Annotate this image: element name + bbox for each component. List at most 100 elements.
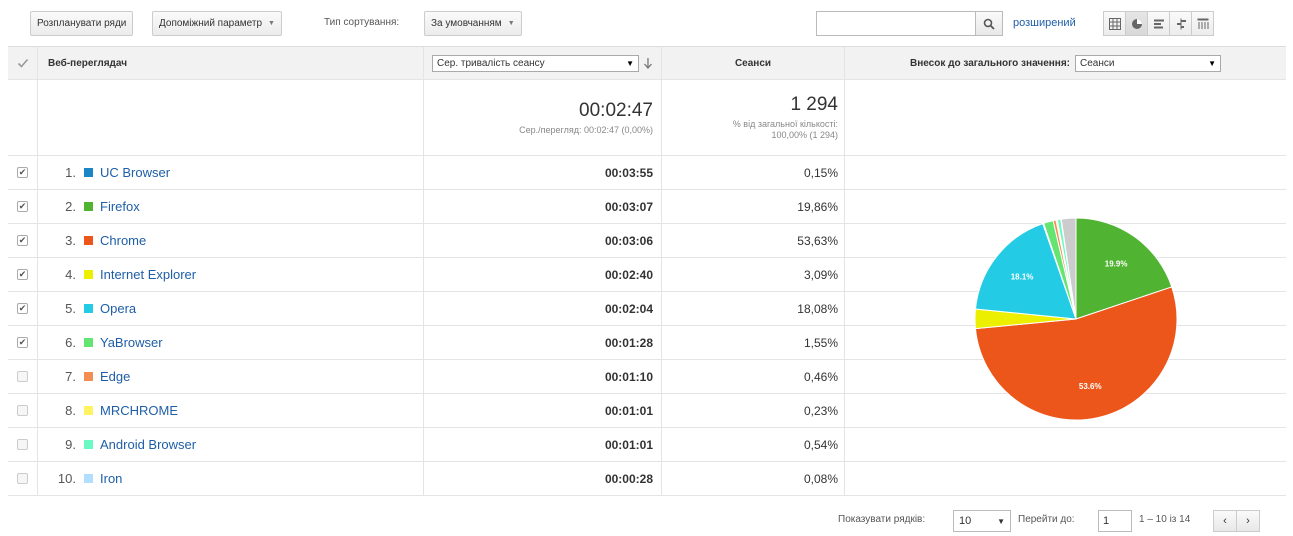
table-header: Веб-переглядач Сер. тривалість сеансу ▼ … bbox=[8, 46, 1286, 80]
browser-link[interactable]: Android Browser bbox=[100, 437, 196, 452]
sessions-share-cell: 0,46% bbox=[662, 360, 845, 393]
performance-view-button[interactable] bbox=[1147, 11, 1170, 36]
browser-link[interactable]: Opera bbox=[100, 301, 136, 316]
row-checkbox[interactable] bbox=[17, 439, 28, 450]
row-checkbox-cell: ✔ bbox=[8, 156, 38, 189]
row-rank: 10. bbox=[57, 471, 76, 486]
table-view-button[interactable] bbox=[1103, 11, 1126, 36]
browser-link[interactable]: Iron bbox=[100, 471, 122, 486]
comparison-icon bbox=[1176, 18, 1186, 29]
browser-link[interactable]: Internet Explorer bbox=[100, 267, 196, 282]
series-color-swatch bbox=[84, 270, 93, 279]
row-checkbox[interactable]: ✔ bbox=[17, 201, 28, 212]
checkmark-icon: ✔ bbox=[18, 303, 27, 313]
avg-duration-cell: 00:01:01 bbox=[424, 428, 662, 461]
pivot-icon bbox=[1197, 18, 1208, 29]
metric-select-value: Сер. тривалість сеансу bbox=[437, 57, 545, 69]
pagination-range: 1 – 10 із 14 bbox=[1139, 514, 1191, 525]
browser-link[interactable]: UC Browser bbox=[100, 165, 170, 180]
row-checkbox[interactable]: ✔ bbox=[17, 303, 28, 314]
pivot-view-button[interactable] bbox=[1191, 11, 1214, 36]
avg-duration-cell: 00:02:04 bbox=[424, 292, 662, 325]
checkmark-icon: ✔ bbox=[18, 235, 27, 245]
summary-name-cell bbox=[38, 80, 424, 155]
avg-duration-cell: 00:01:10 bbox=[424, 360, 662, 393]
checkmark-icon: ✔ bbox=[18, 269, 27, 279]
secondary-dimension-label: Допоміжний параметр bbox=[159, 18, 263, 29]
row-rank: 2. bbox=[65, 199, 76, 214]
column-header-sessions[interactable]: Сеанси bbox=[662, 47, 845, 79]
series-color-swatch bbox=[84, 236, 93, 245]
row-rank: 3. bbox=[65, 233, 76, 248]
search-icon bbox=[983, 18, 995, 30]
sort-type-label: Тип сортування: bbox=[324, 17, 400, 28]
avg-duration-cell: 00:02:40 bbox=[424, 258, 662, 291]
row-rank: 8. bbox=[65, 403, 76, 418]
prev-page-button[interactable]: ‹ bbox=[1213, 510, 1237, 532]
row-checkbox-cell: ✔ bbox=[8, 292, 38, 325]
sort-type-value: За умовчанням bbox=[431, 18, 502, 29]
metric-select[interactable]: Сер. тривалість сеансу ▼ bbox=[432, 54, 640, 72]
row-rank: 7. bbox=[65, 369, 76, 384]
row-checkbox[interactable] bbox=[17, 405, 28, 416]
row-checkbox[interactable]: ✔ bbox=[17, 167, 28, 178]
contribution-pie-area: 19.9% 53.6% 18.1% bbox=[845, 156, 1286, 496]
chevron-down-icon: ▼ bbox=[507, 20, 515, 27]
row-checkbox-cell bbox=[8, 462, 38, 495]
view-switcher bbox=[1103, 11, 1214, 36]
summary-avg-duration: 00:02:47 bbox=[579, 99, 653, 121]
browser-name-cell: 5. Opera bbox=[38, 292, 424, 325]
sort-type-dropdown[interactable]: За умовчанням ▼ bbox=[424, 11, 522, 36]
search-button[interactable] bbox=[975, 11, 1003, 36]
row-checkbox-cell bbox=[8, 394, 38, 427]
pie-chart-icon bbox=[1131, 18, 1142, 29]
browser-name-cell: 4. Internet Explorer bbox=[38, 258, 424, 291]
chevron-down-icon: ▼ bbox=[1208, 58, 1216, 68]
row-checkbox[interactable] bbox=[17, 371, 28, 382]
select-all-checkbox[interactable] bbox=[8, 47, 38, 79]
browser-link[interactable]: YaBrowser bbox=[100, 335, 163, 350]
browser-link[interactable]: Chrome bbox=[100, 233, 146, 248]
series-color-swatch bbox=[84, 406, 93, 415]
row-checkbox[interactable]: ✔ bbox=[17, 337, 28, 348]
sort-arrow-down-icon[interactable] bbox=[643, 57, 653, 69]
search-input[interactable] bbox=[816, 11, 976, 36]
expand-rows-button[interactable]: Розпланувати ряди bbox=[30, 11, 134, 36]
column-header-browser[interactable]: Веб-переглядач bbox=[38, 47, 424, 79]
goto-page-input[interactable]: 1 bbox=[1098, 510, 1132, 532]
row-checkbox[interactable]: ✔ bbox=[17, 235, 28, 246]
row-checkbox-cell: ✔ bbox=[8, 326, 38, 359]
sessions-share-cell: 53,63% bbox=[662, 224, 845, 257]
browser-name-cell: 8. MRCHROME bbox=[38, 394, 424, 427]
avg-duration-cell: 00:03:07 bbox=[424, 190, 662, 223]
show-rows-select[interactable]: 10 ▼ bbox=[953, 510, 1011, 532]
expand-rows-label: Розпланувати ряди bbox=[37, 18, 127, 29]
row-rank: 1. bbox=[65, 165, 76, 180]
summary-duration-cell: 00:02:47 Сер./перегляд: 00:02:47 (0,00%) bbox=[424, 80, 662, 155]
pie-view-button[interactable] bbox=[1125, 11, 1148, 36]
secondary-dimension-button[interactable]: Допоміжний параметр ▼ bbox=[152, 11, 282, 36]
browser-name-cell: 2. Firefox bbox=[38, 190, 424, 223]
chevron-left-icon: ‹ bbox=[1223, 515, 1227, 527]
next-page-button[interactable]: › bbox=[1236, 510, 1260, 532]
summary-row: 00:02:47 Сер./перегляд: 00:02:47 (0,00%)… bbox=[8, 80, 1286, 156]
row-checkbox[interactable]: ✔ bbox=[17, 269, 28, 280]
sessions-share-cell: 18,08% bbox=[662, 292, 845, 325]
row-rank: 6. bbox=[65, 335, 76, 350]
row-checkbox[interactable] bbox=[17, 473, 28, 484]
show-rows-label: Показувати рядків: bbox=[838, 514, 926, 525]
chevron-down-icon: ▼ bbox=[268, 20, 275, 27]
advanced-search-link[interactable]: розширений bbox=[1013, 17, 1076, 29]
browser-link[interactable]: Firefox bbox=[100, 199, 140, 214]
comparison-view-button[interactable] bbox=[1169, 11, 1192, 36]
series-color-swatch bbox=[84, 474, 93, 483]
browser-link[interactable]: Edge bbox=[100, 369, 130, 384]
contribution-label: Внесок до загального значення: bbox=[909, 57, 1070, 69]
pie-data-label: 53.6% bbox=[1079, 382, 1102, 391]
contribution-select[interactable]: Сеанси ▼ bbox=[1075, 54, 1221, 72]
contribution-pie-chart: 19.9% 53.6% 18.1% bbox=[974, 217, 1178, 421]
browser-link[interactable]: MRCHROME bbox=[100, 403, 178, 418]
checkmark-icon: ✔ bbox=[18, 201, 27, 211]
chevron-down-icon: ▼ bbox=[626, 58, 635, 68]
row-rank: 4. bbox=[65, 267, 76, 282]
